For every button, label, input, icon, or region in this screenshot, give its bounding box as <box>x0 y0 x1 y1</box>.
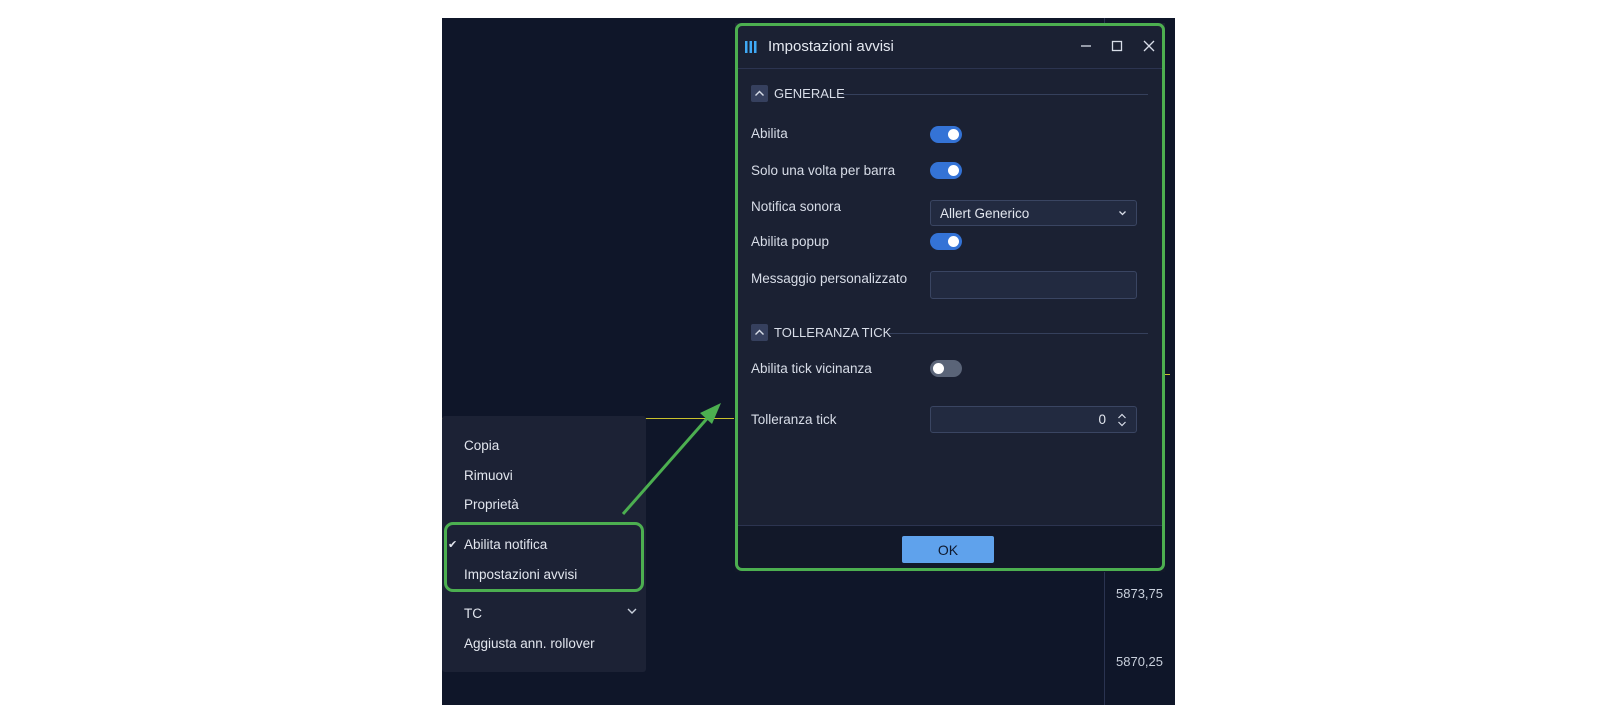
price-axis-label: 5870,25 <box>1116 654 1163 669</box>
once-per-bar-toggle[interactable] <box>930 162 962 179</box>
chevron-down-icon <box>1119 211 1126 216</box>
section-tick-header: TOLLERANZA TICK <box>751 323 1148 343</box>
collapse-icon[interactable] <box>751 324 768 341</box>
tick-tolerance-label: Tolleranza tick <box>751 412 837 427</box>
tick-proximity-toggle[interactable] <box>930 360 962 377</box>
tick-tolerance-value: 0 <box>1098 412 1106 427</box>
section-general-header: GENERALE <box>751 84 1148 104</box>
close-icon[interactable] <box>1140 37 1158 55</box>
sound-notification-select[interactable]: Allert Generico <box>930 200 1137 226</box>
menu-item-remove[interactable]: Rimuovi <box>464 468 513 483</box>
enable-label: Abilita <box>751 126 788 141</box>
menu-item-properties[interactable]: Proprietà <box>464 497 519 512</box>
popup-label: Abilita popup <box>751 234 830 249</box>
menu-item-tc[interactable]: TC <box>464 606 482 621</box>
menu-item-rollover[interactable]: Aggiusta ann. rollover <box>464 636 595 651</box>
once-per-bar-label: Solo una volta per barra <box>751 163 896 178</box>
maximize-icon[interactable] <box>1108 37 1126 55</box>
spinner-arrows-icon[interactable] <box>1117 412 1127 428</box>
custom-message-label: Messaggio personalizzato <box>751 271 908 286</box>
section-divider <box>843 94 1148 95</box>
tick-tolerance-spinner[interactable]: 0 <box>930 406 1137 433</box>
alert-settings-dialog: Impostazioni avvisi GENERALE Abilita Sol… <box>735 23 1165 572</box>
collapse-icon[interactable] <box>751 85 768 102</box>
section-divider <box>889 333 1148 334</box>
sound-notification-value: Allert Generico <box>940 206 1030 221</box>
sound-notification-label: Notifica sonora <box>751 199 842 214</box>
menu-highlight-box <box>444 522 644 592</box>
section-title: TOLLERANZA TICK <box>774 325 892 340</box>
dialog-footer: OK <box>735 525 1165 572</box>
app-logo-icon <box>745 41 757 53</box>
section-title: GENERALE <box>774 86 845 101</box>
menu-item-copy[interactable]: Copia <box>464 438 499 453</box>
tick-proximity-label: Abilita tick vicinanza <box>751 361 872 376</box>
dialog-titlebar[interactable]: Impostazioni avvisi <box>735 23 1165 69</box>
chevron-down-icon[interactable] <box>626 606 638 616</box>
dialog-title: Impostazioni avvisi <box>768 38 894 55</box>
ok-button[interactable]: OK <box>902 536 994 563</box>
enable-toggle[interactable] <box>930 126 962 143</box>
popup-toggle[interactable] <box>930 233 962 250</box>
custom-message-input[interactable] <box>930 271 1137 299</box>
price-axis-label: 5873,75 <box>1116 586 1163 601</box>
minimize-icon[interactable] <box>1077 37 1095 55</box>
